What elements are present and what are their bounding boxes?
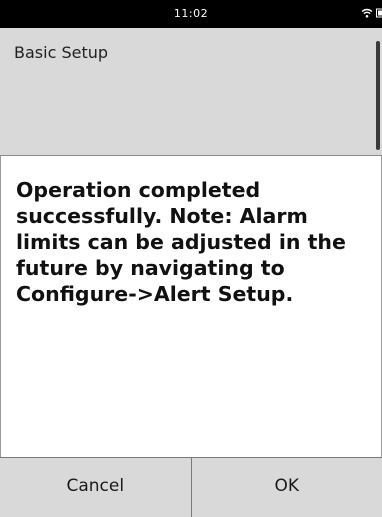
- status-time: 11:02: [173, 7, 209, 20]
- footer-bar: Cancel OK: [0, 457, 382, 517]
- message-area: Operation completed successfully. Note: …: [0, 156, 382, 457]
- header-panel: Basic Setup: [0, 28, 382, 156]
- ok-button[interactable]: OK: [190, 458, 382, 517]
- status-icons: [361, 6, 382, 20]
- page-title: Basic Setup: [14, 43, 109, 62]
- wifi-icon: [361, 8, 373, 18]
- scrollbar[interactable]: [376, 41, 380, 150]
- battery-icon: [376, 8, 382, 18]
- cancel-button[interactable]: Cancel: [0, 458, 191, 517]
- dialog-message: Operation completed successfully. Note: …: [16, 178, 346, 306]
- status-bar: 11:02: [0, 0, 382, 28]
